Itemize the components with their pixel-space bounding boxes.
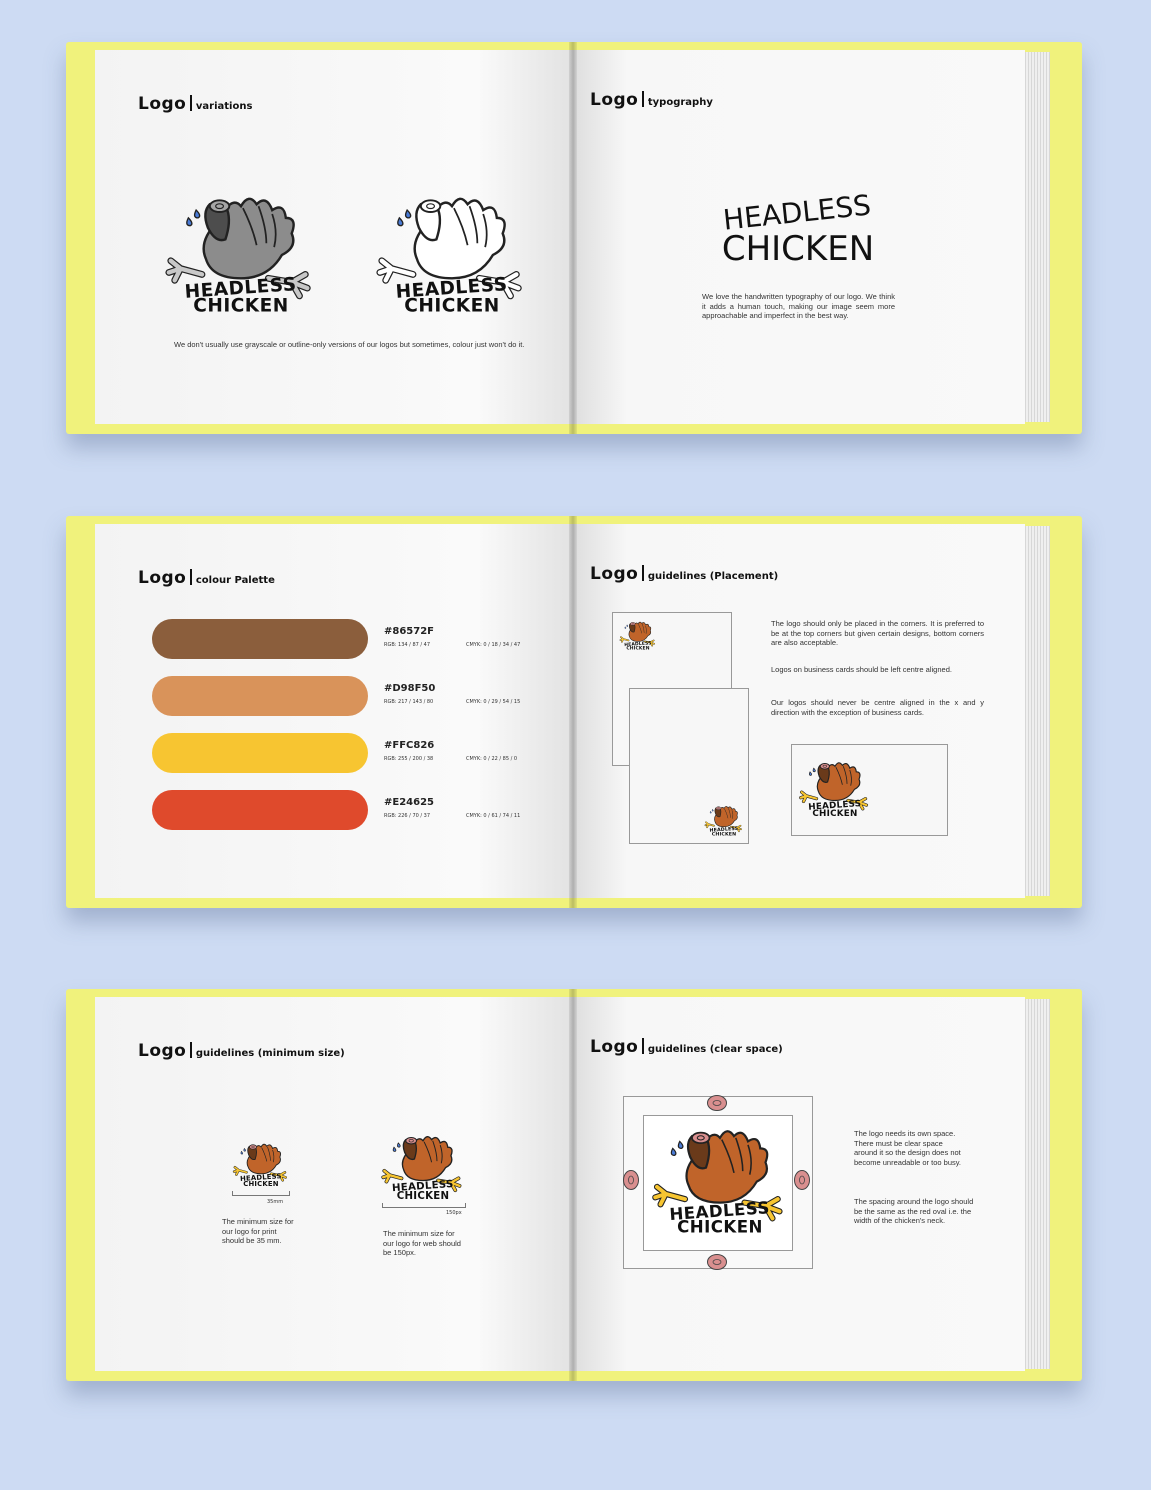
color-cmyk-1: CMYK: 0 / 18 / 34 / 47 (466, 642, 521, 648)
clear-space-logo (650, 1109, 790, 1249)
page-edges (1025, 52, 1050, 422)
color-swatch-4 (152, 790, 368, 830)
page-edges (1025, 999, 1050, 1369)
clear-space-oval-right (794, 1170, 810, 1190)
print-min-size-text: The minimum size for our logo for print … (222, 1217, 294, 1246)
color-cmyk-3: CMYK: 0 / 22 / 85 / 0 (466, 756, 518, 762)
heading-subtitle: colour Palette (195, 575, 275, 586)
section-heading-placement: Logo guidelines (Placement) (590, 564, 778, 584)
outline-logo (374, 182, 530, 322)
web-measure-label: 150px (446, 1210, 462, 1216)
color-swatch-3 (152, 733, 368, 773)
placement-logo-small (619, 619, 657, 651)
color-cmyk-4: CMYK: 0 / 61 / 74 / 11 (466, 813, 521, 819)
clear-space-oval-bottom (707, 1254, 727, 1270)
web-min-size-text: The minimum size for our logo for web sh… (383, 1229, 461, 1258)
placement-paragraph-3: Our logos should never be centre aligned… (771, 698, 984, 717)
color-rgb-4: RGB: 226 / 70 / 37 (384, 813, 431, 819)
book-spread-palette-placement: Logo colour Palette #86572F RGB: 134 / 87… (66, 516, 1082, 908)
min-size-print-logo (232, 1139, 290, 1189)
color-swatch-2 (152, 676, 368, 716)
book-gutter (569, 42, 577, 434)
color-hex-4: #E24625 (384, 797, 434, 808)
color-rgb-1: RGB: 134 / 87 / 47 (384, 642, 431, 648)
clear-space-oval-top (707, 1095, 727, 1111)
heading-subtitle: guidelines (clear space) (647, 1044, 783, 1055)
placement-paragraph-2: Logos on business cards should be left c… (771, 665, 952, 674)
book-spread-variations-typography: Logo variations We don't usually use gray… (66, 42, 1082, 434)
clear-space-paragraph-1: The logo needs its own space. There must… (854, 1129, 962, 1167)
min-size-web-logo (380, 1129, 466, 1203)
variations-description: We don't usually use grayscale or outlin… (174, 340, 525, 349)
heading-subtitle: typography (647, 97, 713, 108)
heading-logo-word: Logo (138, 1041, 187, 1061)
placement-logo-small (704, 803, 744, 837)
web-measure-line (382, 1203, 466, 1208)
heading-logo-word: Logo (590, 90, 639, 110)
placement-paragraph-1: The logo should only be placed in the co… (771, 619, 984, 648)
heading-logo-word: Logo (138, 94, 187, 114)
page-edges (1025, 526, 1050, 896)
heading-subtitle: variations (195, 101, 253, 112)
placement-sheet-bottom-right (629, 688, 749, 844)
section-heading-typography: Logo typography (590, 90, 713, 110)
book-gutter (569, 989, 577, 1381)
color-cmyk-2: CMYK: 0 / 29 / 54 / 15 (466, 699, 521, 705)
section-heading-palette: Logo colour Palette (138, 568, 275, 588)
section-heading-variations: Logo variations (138, 94, 252, 114)
color-hex-2: #D98F50 (384, 683, 436, 694)
heading-subtitle: guidelines (Placement) (647, 571, 779, 582)
color-rgb-3: RGB: 255 / 200 / 38 (384, 756, 434, 762)
clear-space-oval-left (623, 1170, 639, 1190)
section-heading-minimum-size: Logo guidelines (minimum size) (138, 1041, 345, 1061)
color-rgb-2: RGB: 217 / 143 / 80 (384, 699, 434, 705)
color-hex-3: #FFC826 (384, 740, 435, 751)
business-card-logo (798, 757, 872, 819)
color-swatch-1 (152, 619, 368, 659)
heading-logo-word: Logo (590, 564, 639, 584)
heading-logo-word: Logo (138, 568, 187, 588)
heading-subtitle: guidelines (minimum size) (195, 1048, 345, 1059)
grayscale-logo (163, 182, 319, 322)
wordmark-line2: CHICKEN (722, 229, 874, 269)
print-measure-label: 35mm (267, 1199, 284, 1205)
business-card (791, 744, 948, 836)
heading-logo-word: Logo (590, 1037, 639, 1057)
book-spread-minsize-clearspace: Logo guidelines (minimum size) 35mm The m… (66, 989, 1082, 1381)
book-gutter (569, 516, 577, 908)
color-hex-1: #86572F (384, 626, 434, 637)
section-heading-clear-space: Logo guidelines (clear space) (590, 1037, 783, 1057)
print-measure-line (232, 1191, 290, 1196)
typography-description: We love the handwritten typography of ou… (702, 292, 895, 321)
clear-space-paragraph-2: The spacing around the logo should be th… (854, 1197, 974, 1226)
typography-wordmark: HEADLESS CHICKEN (722, 188, 875, 269)
